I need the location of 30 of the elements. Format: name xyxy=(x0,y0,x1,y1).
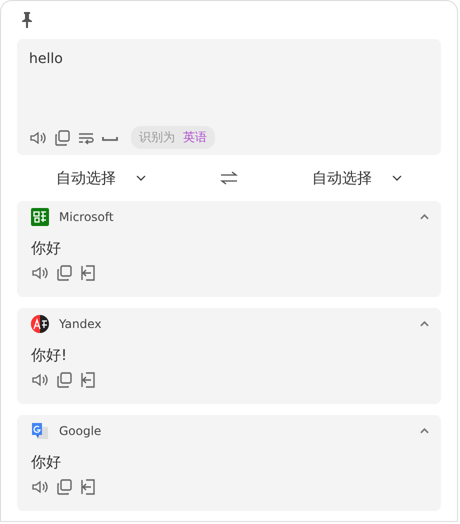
translator-logo-icon xyxy=(31,315,49,333)
translator-logo-icon xyxy=(31,208,49,226)
copy-icon[interactable] xyxy=(55,264,73,282)
chevron-icon xyxy=(136,175,146,181)
copy-icon[interactable] xyxy=(55,371,73,389)
translation-text: 你好 xyxy=(31,453,62,472)
target-language-select[interactable]: 自动选择 xyxy=(308,164,406,192)
copy-icon[interactable] xyxy=(55,478,73,496)
source-language-select[interactable]: 自动选择 xyxy=(52,164,150,192)
insert-icon[interactable] xyxy=(79,478,97,496)
swap-icon[interactable] xyxy=(220,171,238,185)
collapse-icon[interactable] xyxy=(420,214,429,220)
service-name: Google xyxy=(59,424,102,438)
translator-logo-icon xyxy=(31,422,49,440)
insert-icon[interactable] xyxy=(79,264,97,282)
service-name: Yandex xyxy=(59,317,103,331)
chevron-icon xyxy=(392,175,402,181)
speaker-icon[interactable] xyxy=(31,264,49,282)
translation-text: 你好! xyxy=(31,346,68,365)
source-text-field[interactable]: hello xyxy=(29,51,429,67)
insert-icon[interactable] xyxy=(79,371,97,389)
collapse-icon[interactable] xyxy=(420,321,429,327)
speaker-icon[interactable] xyxy=(31,478,49,496)
translation-text: 你好 xyxy=(31,239,62,258)
speaker-icon[interactable] xyxy=(31,371,49,389)
collapse-icon[interactable] xyxy=(420,428,429,434)
copy-icon[interactable] xyxy=(53,128,71,146)
service-name: Microsoft xyxy=(59,210,115,224)
pin-icon[interactable] xyxy=(21,11,33,29)
detected-language-tag: 识别为 英语 xyxy=(131,126,215,149)
